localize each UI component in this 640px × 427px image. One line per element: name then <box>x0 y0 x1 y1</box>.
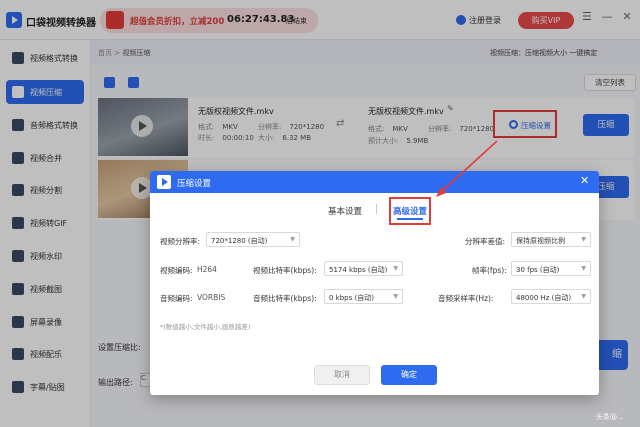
video-codec-value: H264 <box>197 265 217 274</box>
chevron-down-icon: ▼ <box>581 293 586 300</box>
audio-codec-label: 音频编码: <box>160 294 193 303</box>
audio-bitrate-value: 0 kbps (自动) <box>329 294 374 302</box>
resolution-diff-label: 分辨率差值: <box>465 237 506 246</box>
video-codec-label: 视频编码: <box>160 266 193 275</box>
video-resolution-label: 视频分辨率: <box>160 237 201 246</box>
app-logo-icon <box>157 175 171 189</box>
chevron-down-icon: ▼ <box>581 265 586 272</box>
audio-codec-value: VORBIS <box>197 293 226 302</box>
hint-text: *(数值越小,文件越小,画质越差) <box>160 323 251 331</box>
frame-rate-label: 帧率(fps): <box>472 266 507 275</box>
video-bitrate-select[interactable]: 5174 kbps (自动) ▼ <box>324 261 403 276</box>
dialog-header: 压缩设置 ✕ <box>150 171 599 193</box>
watermark-text: 头条@... <box>596 413 624 421</box>
dialog-title: 压缩设置 <box>177 179 212 189</box>
active-tab-underline <box>397 218 423 220</box>
video-bitrate-value: 5174 kbps (自动) <box>329 266 388 274</box>
resolution-diff-value: 保持原视频比例 <box>516 237 565 245</box>
audio-sample-rate-select[interactable]: 48000 Hz (自动) ▼ <box>511 289 591 304</box>
video-bitrate-label: 视频比特率(kbps): <box>253 266 317 275</box>
chevron-down-icon: ▼ <box>290 236 295 243</box>
chevron-down-icon: ▼ <box>581 236 586 243</box>
audio-bitrate-label: 音频比特率(kbps): <box>253 294 317 303</box>
audio-bitrate-select[interactable]: 0 kbps (自动) ▼ <box>324 289 403 304</box>
tab-basic-settings[interactable]: 基本设置 <box>328 205 362 217</box>
compress-settings-dialog: 压缩设置 ✕ 基本设置 高级设置 视频分辨率: 720*1280 (自动) ▼ 分… <box>150 171 599 395</box>
chevron-down-icon: ▼ <box>393 265 398 272</box>
frame-rate-select[interactable]: 30 fps (自动) ▼ <box>511 261 591 276</box>
chevron-down-icon: ▼ <box>393 293 398 300</box>
confirm-button[interactable]: 确定 <box>381 365 437 385</box>
tab-advanced-settings[interactable]: 高级设置 <box>389 197 431 225</box>
resolution-diff-select[interactable]: 保持原视频比例 ▼ <box>511 232 591 247</box>
audio-sample-rate-value: 48000 Hz (自动) <box>516 294 572 302</box>
cancel-button[interactable]: 取消 <box>314 365 370 385</box>
tab-advanced-label: 高级设置 <box>392 207 427 217</box>
frame-rate-value: 30 fps (自动) <box>516 266 560 274</box>
audio-sample-rate-label: 音频采样率(Hz): <box>438 294 494 303</box>
dialog-close-icon[interactable]: ✕ <box>580 174 589 187</box>
video-resolution-select[interactable]: 720*1280 (自动) ▼ <box>206 232 300 247</box>
tab-divider <box>376 204 377 214</box>
video-resolution-value: 720*1280 (自动) <box>211 237 268 245</box>
